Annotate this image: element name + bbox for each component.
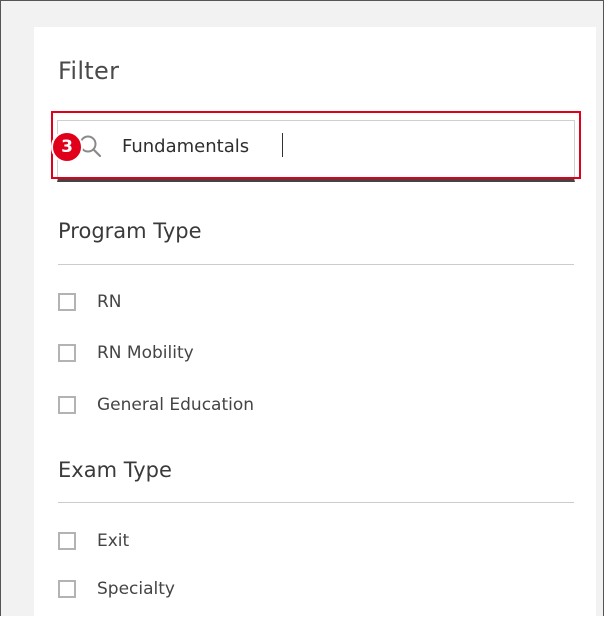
step-number-badge: 3 bbox=[51, 131, 83, 163]
divider bbox=[58, 502, 574, 503]
option-exit[interactable]: Exit bbox=[58, 528, 129, 554]
search-highlight-box bbox=[51, 111, 581, 179]
option-label: Specialty bbox=[97, 579, 175, 599]
checkbox[interactable] bbox=[58, 293, 76, 311]
option-label: RN Mobility bbox=[97, 343, 194, 363]
divider bbox=[58, 264, 574, 265]
option-rn[interactable]: RN bbox=[58, 289, 122, 315]
option-label: General Education bbox=[97, 395, 255, 415]
option-rn-mobility[interactable]: RN Mobility bbox=[58, 340, 194, 366]
option-specialty[interactable]: Specialty bbox=[58, 576, 175, 602]
option-label: Exit bbox=[97, 531, 130, 551]
section-heading-program-type: Program Type bbox=[58, 219, 202, 243]
checkbox[interactable] bbox=[58, 396, 76, 414]
option-general-education[interactable]: General Education bbox=[58, 392, 254, 418]
filter-title: Filter bbox=[58, 57, 120, 85]
screenshot-frame: Filter Program Type RN RN Mobility Gener bbox=[0, 0, 604, 617]
checkbox[interactable] bbox=[58, 580, 76, 598]
checkbox[interactable] bbox=[58, 344, 76, 362]
option-label: RN bbox=[97, 292, 122, 312]
section-heading-exam-type: Exam Type bbox=[58, 458, 172, 482]
checkbox[interactable] bbox=[58, 532, 76, 550]
filter-panel: Filter Program Type RN RN Mobility Gener bbox=[34, 27, 596, 617]
